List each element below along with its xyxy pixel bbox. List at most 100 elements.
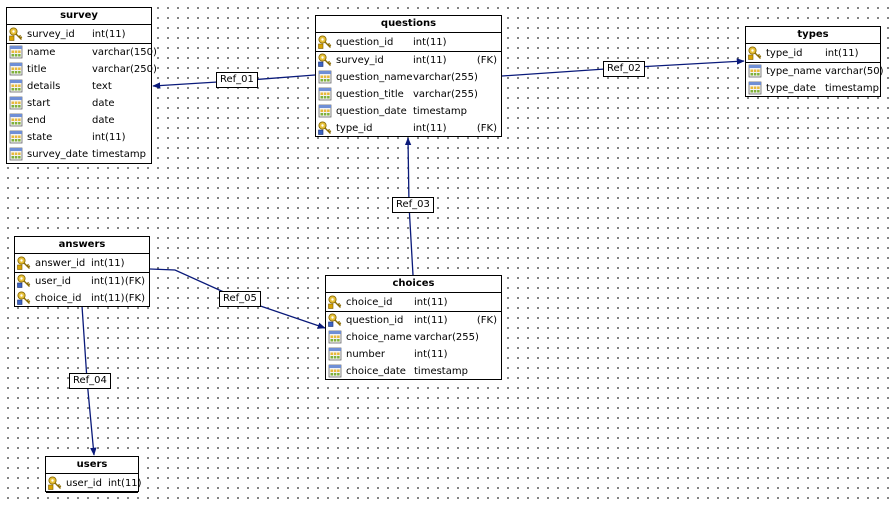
- table-questions[interactable]: questions question_id int(11) survey_id int(…: [315, 15, 502, 137]
- column-type: int(11): [414, 315, 448, 326]
- answers-column-user_id[interactable]: user_id int(11) (FK): [15, 273, 149, 290]
- ref-04-label[interactable]: Ref_04: [69, 373, 111, 389]
- column-name: number: [346, 349, 386, 360]
- column-name: survey_id: [27, 29, 75, 40]
- questions-column-question_id[interactable]: question_id int(11): [316, 34, 501, 52]
- column-name: name: [27, 47, 56, 58]
- column-icon: [9, 79, 23, 93]
- foreign-key-icon: [318, 53, 332, 67]
- types-column-type_id[interactable]: type_id int(11): [746, 45, 880, 63]
- column-name: survey_date: [27, 149, 89, 160]
- column-name: type_id: [336, 123, 373, 134]
- column-name: choice_id: [346, 297, 393, 308]
- column-name: end: [27, 115, 46, 126]
- column-icon: [9, 45, 23, 59]
- table-answers[interactable]: answers answer_id int(11) user_id int(11) (FK…: [14, 236, 150, 307]
- column-name: details: [27, 81, 61, 92]
- column-name: survey_id: [336, 55, 384, 66]
- answers-table-title: answers: [15, 237, 149, 254]
- column-name: question_name: [336, 72, 413, 83]
- survey-column-end[interactable]: end date: [7, 112, 151, 129]
- foreign-key-icon: [318, 121, 332, 135]
- column-type: int(11): [91, 276, 125, 287]
- survey-column-title[interactable]: title varchar(250): [7, 61, 157, 78]
- choices-column-question_id[interactable]: question_id int(11) (FK): [326, 312, 501, 329]
- survey-column-name[interactable]: name varchar(150): [7, 44, 157, 61]
- choices-column-choice_id[interactable]: choice_id int(11): [326, 294, 501, 312]
- column-name: type_name: [766, 66, 822, 77]
- foreign-key-icon: [17, 274, 31, 288]
- column-type: date: [92, 115, 115, 126]
- choices-column-choice_name[interactable]: choice_name varchar(255): [326, 329, 501, 346]
- column-name: question_title: [336, 89, 404, 100]
- column-icon: [9, 130, 23, 144]
- primary-key-icon: [318, 35, 332, 49]
- questions-column-type_id[interactable]: type_id int(11) (FK): [316, 120, 501, 137]
- types-column-type_date[interactable]: type_date timestamp: [746, 80, 880, 97]
- questions-column-question_date[interactable]: question_date timestamp: [316, 103, 501, 120]
- column-type: timestamp: [413, 106, 467, 117]
- ref-03-label[interactable]: Ref_03: [392, 197, 434, 213]
- survey-column-survey_date[interactable]: survey_date timestamp: [7, 146, 151, 163]
- column-name: type_id: [766, 48, 803, 59]
- column-icon: [9, 96, 23, 110]
- column-type: varchar(255): [413, 89, 478, 100]
- column-type: int(11): [413, 55, 447, 66]
- survey-column-start[interactable]: start date: [7, 95, 151, 112]
- foreign-key-marker: (FK): [476, 55, 497, 66]
- column-type: int(11): [92, 132, 126, 143]
- survey-table-title: survey: [7, 8, 151, 25]
- users-column-user_id[interactable]: user_id int(11): [46, 475, 142, 493]
- column-icon: [328, 364, 342, 378]
- foreign-key-marker: (FK): [476, 315, 497, 326]
- table-choices[interactable]: choices choice_id int(11) question_id int(11…: [325, 275, 502, 380]
- table-survey[interactable]: survey survey_id int(11) name varchar(150) ti…: [6, 7, 157, 164]
- types-column-type_name[interactable]: type_name varchar(50): [746, 63, 884, 80]
- table-types[interactable]: types type_id int(11) type_name varchar(50) t…: [745, 26, 884, 97]
- column-type: varchar(255): [414, 332, 479, 343]
- column-type: varchar(250): [92, 64, 157, 75]
- ref-01-label[interactable]: Ref_01: [216, 72, 258, 88]
- survey-column-details[interactable]: details text: [7, 78, 151, 95]
- foreign-key-marker: (FK): [476, 123, 497, 134]
- questions-table-title: questions: [316, 16, 501, 33]
- survey-column-state[interactable]: state int(11): [7, 129, 151, 146]
- column-icon: [318, 104, 332, 118]
- ref-05-label[interactable]: Ref_05: [219, 291, 261, 307]
- choices-column-number[interactable]: number int(11): [326, 346, 501, 363]
- column-icon: [9, 113, 23, 127]
- primary-key-icon: [48, 476, 62, 490]
- column-type: int(11): [413, 123, 447, 134]
- ref-02-label[interactable]: Ref_02: [603, 61, 645, 77]
- column-icon: [748, 64, 762, 78]
- column-type: varchar(255): [413, 72, 478, 83]
- table-users[interactable]: users user_id int(11): [45, 456, 142, 493]
- column-name: question_id: [336, 37, 394, 48]
- questions-column-question_name[interactable]: question_name varchar(255): [316, 69, 501, 86]
- column-name: answer_id: [35, 258, 86, 269]
- foreign-key-marker: (FK): [124, 293, 145, 304]
- column-type: int(11): [91, 293, 125, 304]
- column-icon: [9, 147, 23, 161]
- survey-column-survey_id[interactable]: survey_id int(11): [7, 26, 151, 44]
- primary-key-icon: [9, 27, 23, 41]
- primary-key-icon: [328, 295, 342, 309]
- column-type: text: [92, 81, 112, 92]
- column-icon: [318, 87, 332, 101]
- choices-table-title: choices: [326, 276, 501, 293]
- answers-column-choice_id[interactable]: choice_id int(11) (FK): [15, 290, 149, 307]
- column-type: timestamp: [414, 366, 468, 377]
- users-table-title: users: [46, 457, 138, 474]
- answers-column-answer_id[interactable]: answer_id int(11): [15, 255, 149, 273]
- column-name: type_date: [766, 83, 816, 94]
- choices-column-choice_date[interactable]: choice_date timestamp: [326, 363, 501, 380]
- column-type: int(11): [825, 48, 859, 59]
- column-type: varchar(150): [92, 47, 157, 58]
- foreign-key-marker: (FK): [124, 276, 145, 287]
- questions-column-survey_id[interactable]: survey_id int(11) (FK): [316, 52, 501, 69]
- column-icon: [328, 347, 342, 361]
- column-type: date: [92, 98, 115, 109]
- column-icon: [748, 81, 762, 95]
- questions-column-question_title[interactable]: question_title varchar(255): [316, 86, 501, 103]
- types-table-title: types: [746, 27, 880, 44]
